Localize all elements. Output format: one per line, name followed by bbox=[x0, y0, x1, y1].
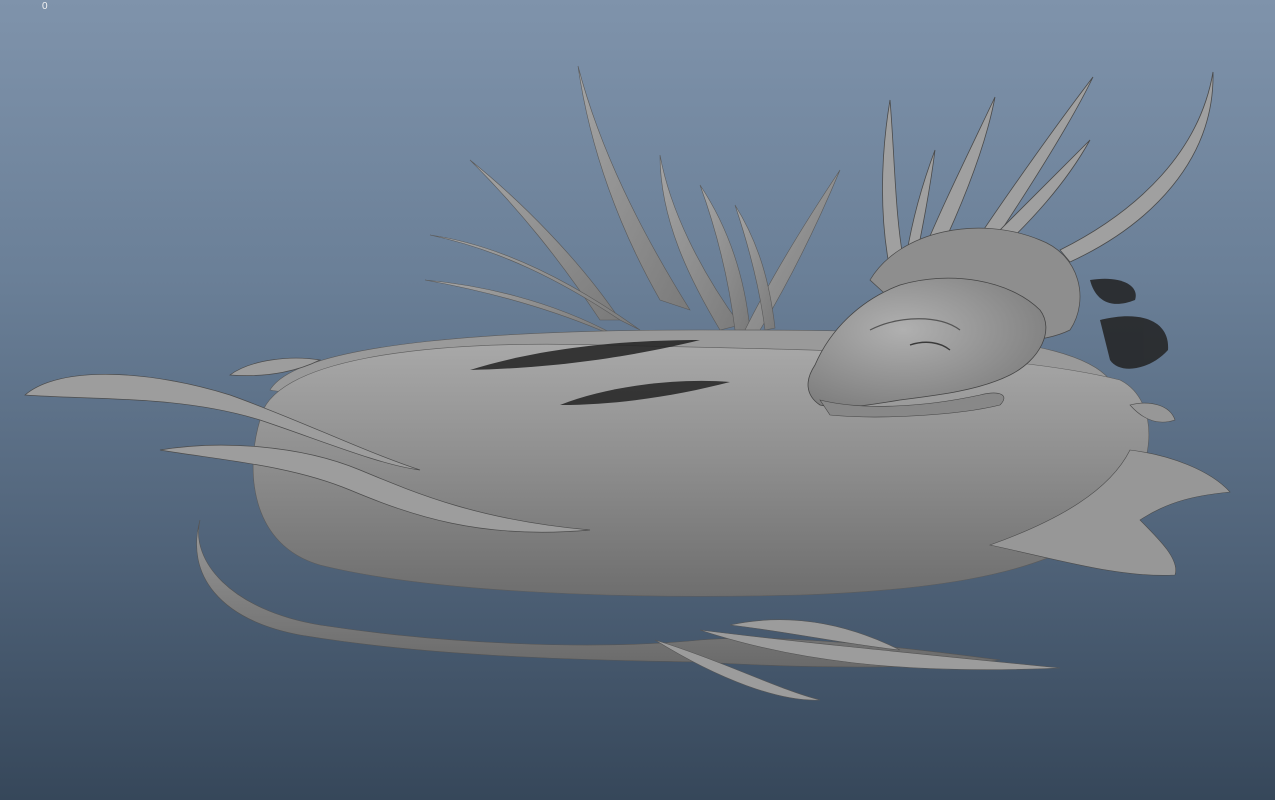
3d-viewport[interactable]: 0 bbox=[0, 0, 1275, 800]
back-fins bbox=[424, 65, 841, 336]
dragon-model[interactable] bbox=[0, 0, 1275, 800]
